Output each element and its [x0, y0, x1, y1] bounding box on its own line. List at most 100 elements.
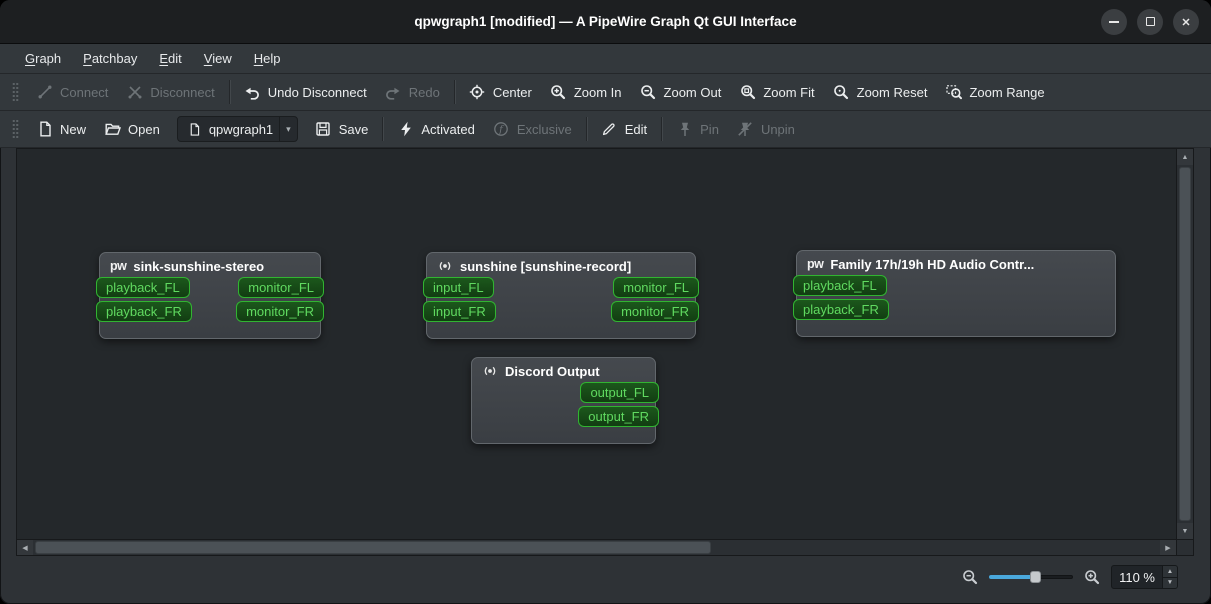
- undo-disconnect-button[interactable]: Undo Disconnect: [235, 79, 376, 106]
- unpin-button[interactable]: Unpin: [728, 116, 804, 143]
- minimize-icon: [1109, 20, 1119, 23]
- center-button[interactable]: Center: [460, 79, 541, 106]
- node-header[interactable]: sunshine [sunshine-record]: [427, 253, 695, 275]
- toolbar-separator: [453, 80, 455, 104]
- zoom-fit-button[interactable]: Zoom Fit: [730, 79, 823, 106]
- main-area: pw sink-sunshine-stereo playback_FL moni…: [0, 148, 1211, 604]
- zoom-range-icon: [945, 84, 962, 101]
- node-header[interactable]: pw sink-sunshine-stereo: [100, 253, 320, 275]
- new-button[interactable]: New: [27, 116, 95, 143]
- activated-toggle[interactable]: Activated: [388, 116, 483, 143]
- port-monitor-fl[interactable]: monitor_FL: [613, 277, 699, 298]
- node-title: sink-sunshine-stereo: [133, 258, 265, 274]
- minimize-button[interactable]: [1101, 8, 1127, 35]
- zoom-out-icon: [640, 84, 657, 101]
- port-output-fl[interactable]: output_FL: [580, 382, 659, 403]
- port-monitor-fl[interactable]: monitor_FL: [238, 277, 324, 298]
- zoom-out-button[interactable]: Zoom Out: [631, 79, 731, 106]
- disconnect-icon: [126, 84, 143, 101]
- toolbar-grip-handle[interactable]: [12, 82, 19, 102]
- port-playback-fl[interactable]: playback_FL: [793, 275, 887, 296]
- redo-button[interactable]: Redo: [376, 79, 449, 106]
- maximize-icon: [1145, 17, 1155, 26]
- open-button[interactable]: Open: [95, 116, 169, 143]
- zoom-slider[interactable]: [989, 569, 1074, 585]
- scrollbar-corner: [1177, 540, 1194, 556]
- status-bar: 110 % ▲ ▼: [16, 560, 1194, 594]
- center-icon: [469, 84, 486, 101]
- zoom-in-button[interactable]: Zoom In: [541, 79, 631, 106]
- vertical-scrollbar-handle[interactable]: [1179, 167, 1191, 521]
- edit-icon: [601, 121, 618, 138]
- pin-icon: [676, 121, 693, 138]
- undo-icon: [244, 84, 261, 101]
- graph-canvas[interactable]: pw sink-sunshine-stereo playback_FL moni…: [16, 148, 1177, 540]
- application-icon: [437, 258, 453, 274]
- open-folder-icon: [104, 121, 121, 138]
- disconnect-button[interactable]: Disconnect: [117, 79, 223, 106]
- toolbar-grip-handle[interactable]: [12, 119, 19, 139]
- connect-button[interactable]: Connect: [27, 79, 117, 106]
- save-button[interactable]: Save: [306, 116, 378, 143]
- port-output-fr[interactable]: output_FR: [578, 406, 659, 427]
- node-discord-output[interactable]: Discord Output output_FL output_FR: [471, 357, 659, 444]
- title-bar[interactable]: qpwgraph1 [modified] — A PipeWire Graph …: [0, 0, 1211, 44]
- menu-patchbay[interactable]: Patchbay: [72, 44, 148, 73]
- zoom-spin-up-button[interactable]: ▲: [1163, 566, 1177, 577]
- edit-toggle[interactable]: Edit: [592, 116, 656, 143]
- port-input-fl[interactable]: input_FL: [423, 277, 494, 298]
- zoom-slider-handle[interactable]: [1030, 571, 1042, 583]
- scroll-left-button[interactable]: ◀: [17, 540, 33, 555]
- toolbar-separator: [382, 117, 384, 141]
- node-sink-sunshine-stereo[interactable]: pw sink-sunshine-stereo playback_FL moni…: [96, 252, 324, 339]
- port-monitor-fr[interactable]: monitor_FR: [236, 301, 324, 322]
- file-icon: [186, 121, 203, 138]
- toolbar-separator: [228, 80, 230, 104]
- zoom-in-icon: [550, 84, 567, 101]
- horizontal-scrollbar[interactable]: ◀ ▶: [16, 540, 1177, 556]
- node-title: Discord Output: [505, 363, 600, 379]
- port-playback-fr[interactable]: playback_FR: [793, 299, 889, 320]
- zoom-range-button[interactable]: Zoom Range: [936, 79, 1053, 106]
- patchbay-file-combo-value: qpwgraph1: [208, 121, 274, 137]
- menu-bar: Graph Patchbay Edit View Help: [0, 44, 1211, 74]
- node-family-hd-audio-controller[interactable]: pw Family 17h/19h HD Audio Contr... play…: [793, 250, 1116, 337]
- chevron-down-icon: ▾: [279, 117, 291, 141]
- application-icon: [482, 363, 498, 379]
- menu-view[interactable]: View: [193, 44, 243, 73]
- connect-icon: [36, 84, 53, 101]
- node-sunshine-record[interactable]: sunshine [sunshine-record] input_FL moni…: [423, 252, 699, 339]
- scroll-right-button[interactable]: ▶: [1160, 540, 1176, 555]
- app-window: qpwgraph1 [modified] — A PipeWire Graph …: [0, 0, 1211, 604]
- node-header[interactable]: pw Family 17h/19h HD Audio Contr...: [797, 251, 1115, 273]
- exclusive-toggle[interactable]: Exclusive: [484, 116, 581, 143]
- scroll-down-button[interactable]: ▼: [1177, 523, 1193, 539]
- zoom-reset-icon: [833, 84, 850, 101]
- vertical-scrollbar[interactable]: ▲ ▼: [1177, 148, 1194, 540]
- zoom-out-icon[interactable]: [962, 569, 978, 585]
- pipewire-icon: pw: [807, 257, 824, 271]
- menu-graph[interactable]: Graph: [14, 44, 72, 73]
- activated-icon: [397, 121, 414, 138]
- menu-edit[interactable]: Edit: [148, 44, 192, 73]
- scroll-up-button[interactable]: ▲: [1177, 149, 1193, 165]
- close-button[interactable]: [1173, 8, 1199, 35]
- port-input-fr[interactable]: input_FR: [423, 301, 496, 322]
- zoom-reset-button[interactable]: Zoom Reset: [824, 79, 937, 106]
- maximize-button[interactable]: [1137, 8, 1163, 35]
- port-playback-fl[interactable]: playback_FL: [96, 277, 190, 298]
- zoom-value[interactable]: 110 %: [1112, 566, 1162, 588]
- patchbay-file-combo[interactable]: qpwgraph1 ▾: [176, 116, 298, 142]
- unpin-icon: [737, 121, 754, 138]
- zoom-spinbox[interactable]: 110 % ▲ ▼: [1111, 565, 1178, 589]
- horizontal-scrollbar-handle[interactable]: [35, 541, 712, 554]
- port-playback-fr[interactable]: playback_FR: [96, 301, 192, 322]
- menu-help[interactable]: Help: [243, 44, 292, 73]
- port-monitor-fr[interactable]: monitor_FR: [611, 301, 699, 322]
- zoom-spin-down-button[interactable]: ▼: [1163, 576, 1177, 588]
- node-header[interactable]: Discord Output: [472, 358, 655, 380]
- zoom-in-icon[interactable]: [1084, 569, 1100, 585]
- toolbar-separator: [661, 117, 663, 141]
- pin-button[interactable]: Pin: [667, 116, 728, 143]
- new-file-icon: [36, 121, 53, 138]
